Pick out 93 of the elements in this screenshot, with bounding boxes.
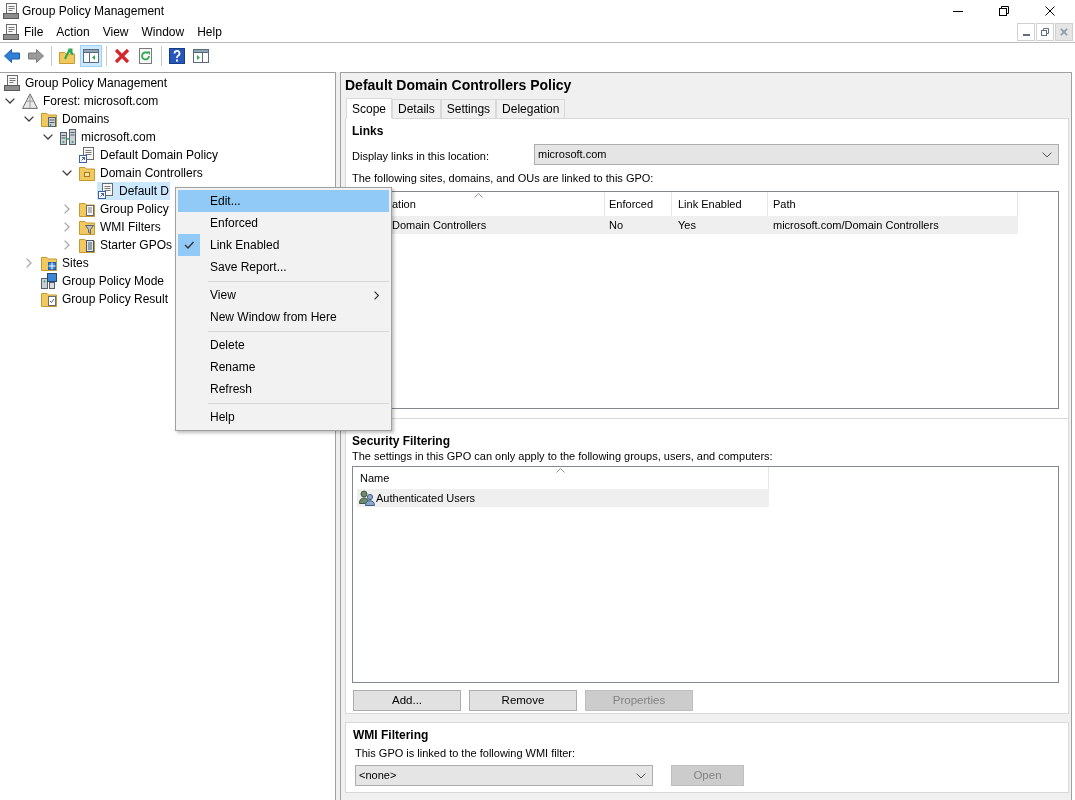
tree-item[interactable]: Group Policy Result (40, 290, 170, 308)
chevron-down-icon (636, 772, 646, 779)
tab[interactable]: Settings (440, 99, 497, 118)
minimize-button[interactable] (1017, 23, 1035, 41)
console-tree-button[interactable] (80, 45, 102, 67)
section-heading: Security Filtering (352, 434, 451, 448)
wmi-filter-dropdown[interactable]: <none> (355, 765, 653, 786)
menu-bar-item[interactable]: Window (136, 22, 190, 42)
document-icon (3, 3, 19, 19)
menu-item[interactable]: Save Report... (178, 256, 389, 278)
column-header[interactable]: ation (392, 195, 416, 213)
folder-up-arrow-icon (59, 48, 75, 64)
chevron-down-icon[interactable] (5, 98, 15, 104)
menu-item[interactable]: Refresh (178, 378, 389, 400)
arrow-right-icon (28, 48, 44, 64)
menu-item[interactable]: Delete (178, 334, 389, 356)
menu-item[interactable]: Help (178, 406, 389, 428)
policy-title: Default Domain Controllers Policy (345, 76, 572, 95)
document-arrow-icon (79, 147, 95, 163)
arrow-left-icon (4, 48, 20, 64)
menu-item[interactable]: New Window from Here (178, 306, 389, 328)
tree-item[interactable]: Forest: microsoft.com (21, 92, 160, 110)
document-refresh-icon (138, 48, 154, 64)
tab[interactable]: Delegation (496, 99, 566, 118)
tree-item[interactable]: Sites (40, 254, 90, 272)
column-header[interactable]: Link Enabled (678, 195, 742, 213)
list-item[interactable]: Authenticated Users (357, 489, 769, 507)
table-cell-text: microsoft.com/Domain Controllers (773, 217, 939, 233)
tree-item[interactable]: Default Domain Policy (78, 146, 220, 164)
field-label: Display links in this location: (352, 149, 489, 162)
restore-icon (1041, 28, 1049, 36)
menu-item[interactable]: View (178, 284, 389, 306)
triangle-icon (22, 93, 38, 109)
chevron-down-icon[interactable] (24, 116, 34, 122)
minimize-icon (1022, 34, 1030, 36)
menu-item[interactable]: Link Enabled (178, 234, 389, 256)
window-right-pane-icon (193, 48, 209, 64)
location-dropdown[interactable]: microsoft.com (534, 144, 1059, 165)
tab[interactable]: Scope (346, 98, 393, 119)
push-button[interactable]: Add... (353, 690, 461, 711)
tree-item[interactable]: Group Policy Management (3, 74, 169, 92)
table-cell-text: Yes (678, 217, 696, 233)
menu-bar-item[interactable]: View (97, 22, 134, 42)
column-header[interactable]: Name (360, 469, 390, 487)
menu-bar-item[interactable]: Action (51, 22, 95, 42)
chevron-down-icon[interactable] (62, 170, 72, 176)
chevron-down-icon[interactable] (43, 134, 53, 140)
tree-item[interactable]: Starter GPOs (78, 236, 174, 254)
server-icon (60, 129, 76, 145)
close-icon (1045, 6, 1055, 16)
caption-text: This GPO is linked to the following WMI filter: (355, 745, 576, 761)
table-cell-text: No (609, 217, 624, 233)
computer-icon (41, 273, 57, 289)
close-icon (1060, 28, 1068, 36)
menu-bar-item[interactable]: File (19, 22, 49, 42)
users-icon (359, 490, 375, 506)
menu-item[interactable]: Edit... (178, 190, 389, 212)
column-header[interactable]: Path (773, 195, 796, 213)
chevron-down-icon (1042, 151, 1052, 158)
restore-icon (999, 6, 1009, 16)
section-heading: Links (352, 124, 384, 138)
document-arrow-icon (98, 183, 114, 199)
folder-list-icon (79, 237, 95, 253)
push-button[interactable]: Remove (469, 690, 577, 711)
help-icon (169, 48, 185, 64)
window-left-pane-icon (83, 48, 99, 64)
folder-document-icon (79, 201, 95, 217)
tree-item[interactable]: WMI Filters (78, 218, 162, 236)
folder-funnel-icon (79, 219, 95, 235)
tree-item[interactable]: Domain Controllers (78, 164, 204, 182)
caption-text: The settings in this GPO can only apply to the following groups, users, and computers: (352, 448, 773, 464)
folder-grid-icon (41, 255, 57, 271)
help-button[interactable] (166, 45, 188, 67)
caption-text: The following sites, domains, and OUs are linked to this GPO: (352, 170, 654, 186)
menu-item[interactable]: Rename (178, 356, 389, 378)
folder-check-icon (41, 291, 57, 307)
tree-item[interactable]: microsoft.com (59, 128, 157, 146)
document-icon (3, 24, 19, 40)
tree-item[interactable]: Domains (40, 110, 111, 128)
window-title: Group Policy Management (22, 3, 165, 20)
table-cell-text: Domain Controllers (392, 217, 487, 233)
folder-server-icon (41, 111, 57, 127)
folder-icon (79, 165, 95, 181)
tab[interactable]: Details (392, 99, 441, 118)
column-header[interactable]: Enforced (609, 195, 654, 213)
tree-item[interactable]: Group Policy (78, 200, 170, 218)
menu-bar-item[interactable]: Help (192, 22, 227, 42)
document-icon (4, 75, 20, 91)
section-heading: WMI Filtering (353, 728, 429, 742)
tree-item[interactable]: Group Policy Mode (40, 272, 166, 290)
tree-item[interactable]: Default D (97, 182, 171, 200)
minimize-icon (953, 10, 963, 12)
delete-cross-icon (114, 48, 130, 64)
